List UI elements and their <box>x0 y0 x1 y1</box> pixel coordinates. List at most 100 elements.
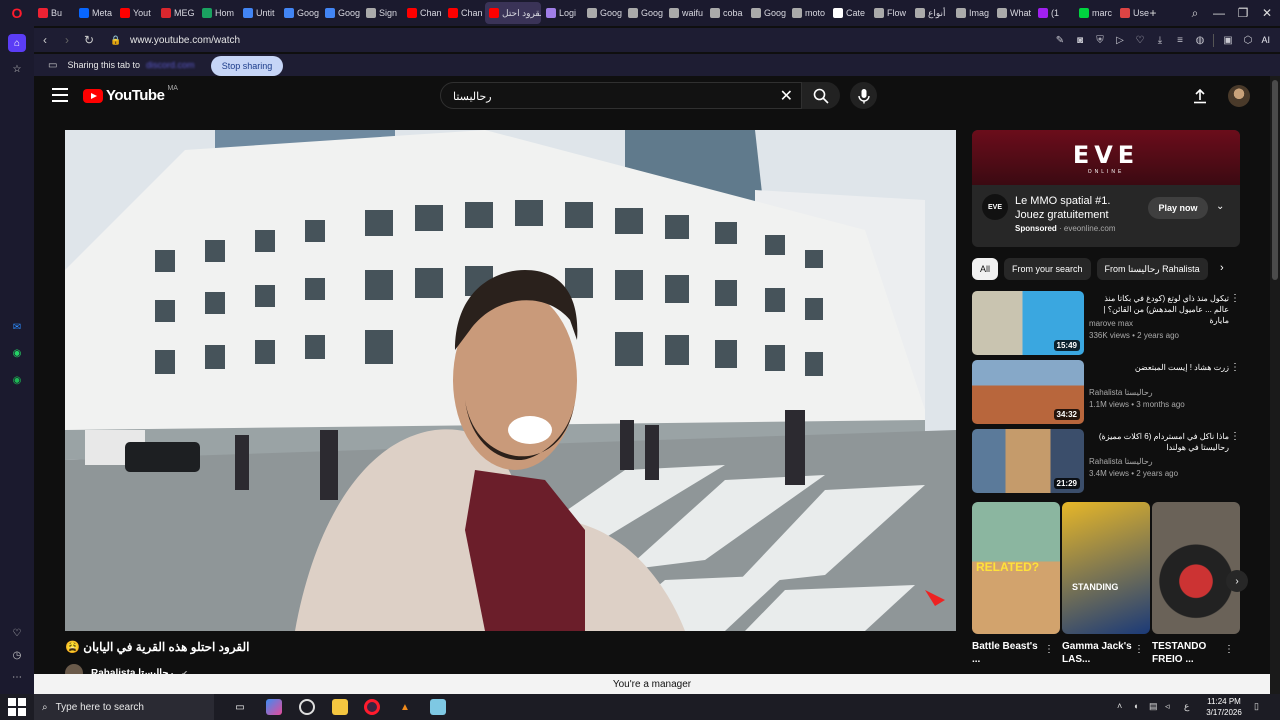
list-item[interactable]: 21:29 ماذا ناكل في امستردام (6 اكلات ممي… <box>972 429 1242 493</box>
scrollbar-thumb[interactable] <box>1272 80 1278 280</box>
more-vert-icon[interactable]: ⋮ <box>1224 644 1234 655</box>
file-explorer-icon[interactable] <box>332 699 348 715</box>
forward-button[interactable]: › <box>56 29 78 51</box>
more-options-icon[interactable]: ⋯ <box>8 668 26 686</box>
opera-taskbar-icon[interactable] <box>364 699 380 715</box>
chrome-icon[interactable] <box>299 699 315 715</box>
edit-icon[interactable]: ✎ <box>1053 34 1066 47</box>
messenger-icon[interactable]: ✉ <box>8 318 26 336</box>
short-thumbnail[interactable]: STANDING <box>1062 502 1150 634</box>
browser-tab[interactable]: Imag <box>952 2 992 24</box>
browser-tab[interactable]: Goog <box>747 2 787 24</box>
windows-start-icon[interactable] <box>8 698 26 716</box>
short-title[interactable]: Gamma Jack's LAS... <box>1062 640 1132 666</box>
short-title[interactable]: TESTANDO FREIO ... <box>1152 640 1222 666</box>
recommendation-channel[interactable]: marove max <box>1089 319 1133 328</box>
menu-icon[interactable]: ≡ <box>1173 34 1186 47</box>
upload-button[interactable] <box>1190 86 1210 106</box>
browser-tab[interactable]: أنواع <box>911 2 951 24</box>
account-avatar[interactable] <box>1228 85 1250 107</box>
spotify-icon[interactable]: ◉ <box>8 371 26 389</box>
whatsapp-icon[interactable]: ◉ <box>8 344 26 362</box>
browser-tab[interactable]: moto <box>788 2 828 24</box>
tray-chevron-icon[interactable]: ˄ <box>1117 701 1122 711</box>
home-icon[interactable]: ⌂ <box>8 34 26 52</box>
play-icon[interactable]: ▷ <box>1113 34 1126 47</box>
list-item[interactable]: 34:32 زرت هشاد ! إيست المبتعضن Rahalista… <box>972 360 1242 424</box>
video-thumbnail[interactable]: 15:49 <box>972 291 1084 355</box>
youtube-logo[interactable]: YouTube MA <box>83 85 178 104</box>
language-indicator[interactable]: ع <box>1184 701 1189 712</box>
chevron-right-icon[interactable]: › <box>1220 262 1224 274</box>
more-vert-icon[interactable]: ⋮ <box>1134 644 1144 655</box>
short-thumbnail[interactable] <box>1152 502 1240 634</box>
close-window-button[interactable]: ✕ <box>1254 0 1280 26</box>
reload-button[interactable]: ↻ <box>78 29 100 51</box>
volume-icon[interactable]: ◃ <box>1165 701 1170 712</box>
minimize-button[interactable]: — <box>1206 0 1232 26</box>
browser-tab[interactable]: القرود احتل <box>485 2 541 24</box>
video-thumbnail[interactable]: 34:32 <box>972 360 1084 424</box>
browser-tab[interactable]: Goog <box>624 2 664 24</box>
browser-tab[interactable]: Untit <box>239 2 279 24</box>
taskbar-clock[interactable]: 11:24 PM 3/17/2026 <box>1200 696 1248 718</box>
chip-from-channel[interactable]: From رحالیستا Rahalista <box>1096 258 1208 280</box>
search-tabs-icon[interactable]: ⌕ <box>1182 0 1208 26</box>
video-player[interactable] <box>65 130 956 631</box>
stop-sharing-button[interactable]: Stop sharing <box>211 56 283 76</box>
video-thumbnail[interactable]: 21:29 <box>972 429 1084 493</box>
short-thumbnail[interactable]: RELATED? <box>972 502 1060 634</box>
browser-tab[interactable]: Yout <box>116 2 156 24</box>
shield-icon[interactable]: ⛨ <box>1093 34 1106 47</box>
more-vert-icon[interactable]: ⋮ <box>1044 644 1054 655</box>
history-clock-icon[interactable]: ◷ <box>8 646 26 664</box>
ad-play-now-button[interactable]: Play now <box>1148 197 1208 219</box>
mic-tray-icon[interactable]: ◖ <box>1133 701 1138 711</box>
browser-tab[interactable]: waifu <box>665 2 705 24</box>
task-view-icon[interactable]: ▭ <box>232 699 248 715</box>
browser-tab[interactable]: Flow <box>870 2 910 24</box>
new-tab-button[interactable]: + <box>1140 0 1166 26</box>
favorites-heart-icon[interactable]: ♡ <box>8 624 26 642</box>
recommendation-channel[interactable]: Rahalista رحالیستا <box>1089 388 1153 397</box>
speed-dial-star-icon[interactable]: ☆ <box>8 60 26 78</box>
app-icon[interactable] <box>430 699 446 715</box>
recommendation-channel[interactable]: Rahalista رحالیستا <box>1089 457 1153 466</box>
browser-tab[interactable]: Meta <box>75 2 115 24</box>
aria-ai-button[interactable]: AI <box>1261 34 1270 47</box>
search-input[interactable]: رحالیستا ✕ <box>440 82 802 109</box>
sponsored-ad-card[interactable]: EVE ONLINE EVE Le MMO spatial #1. Jouez … <box>972 130 1240 247</box>
browser-tab[interactable]: What <box>993 2 1033 24</box>
voice-search-button[interactable] <box>850 82 877 109</box>
ad-banner[interactable]: EVE ONLINE <box>972 130 1240 185</box>
browser-tab[interactable]: Cate <box>829 2 869 24</box>
search-button[interactable] <box>802 82 840 109</box>
taskbar-search-box[interactable]: ⌕ Type here to search <box>34 694 214 720</box>
more-vert-icon[interactable]: ⋮ <box>1230 293 1240 304</box>
vlc-icon[interactable]: ▲ <box>397 699 413 715</box>
browser-tab[interactable]: Bu <box>34 2 74 24</box>
extensions-icon[interactable]: ⬡ <box>1241 34 1254 47</box>
short-title[interactable]: Battle Beast's ... <box>972 640 1042 666</box>
browser-tab[interactable]: marc <box>1075 2 1115 24</box>
network-icon[interactable]: ▤ <box>1149 701 1158 712</box>
hamburger-menu-icon[interactable] <box>52 88 68 102</box>
camera-icon[interactable]: ◙ <box>1073 34 1086 47</box>
opera-logo-icon[interactable]: O <box>0 0 34 26</box>
chevron-down-icon[interactable]: ⌄ <box>1216 201 1224 212</box>
browser-tab[interactable]: Hom <box>198 2 238 24</box>
browser-tab[interactable]: Sign <box>362 2 402 24</box>
copilot-icon[interactable] <box>266 699 282 715</box>
browser-tab[interactable]: MEG <box>157 2 197 24</box>
more-vert-icon[interactable]: ⋮ <box>1230 431 1240 442</box>
screen-share-icon[interactable]: ▣ <box>1221 34 1234 47</box>
page-scrollbar[interactable] <box>1270 76 1280 694</box>
profile-icon[interactable]: ◍ <box>1193 34 1206 47</box>
url-field[interactable]: www.youtube.com/watch <box>130 35 240 46</box>
browser-tab[interactable]: Chan <box>444 2 484 24</box>
browser-tab[interactable]: Goog <box>280 2 320 24</box>
maximize-button[interactable]: ❐ <box>1230 0 1256 26</box>
download-icon[interactable]: ⤓ <box>1153 34 1166 47</box>
more-vert-icon[interactable]: ⋮ <box>1230 362 1240 373</box>
chip-from-your-search[interactable]: From your search <box>1004 258 1091 280</box>
